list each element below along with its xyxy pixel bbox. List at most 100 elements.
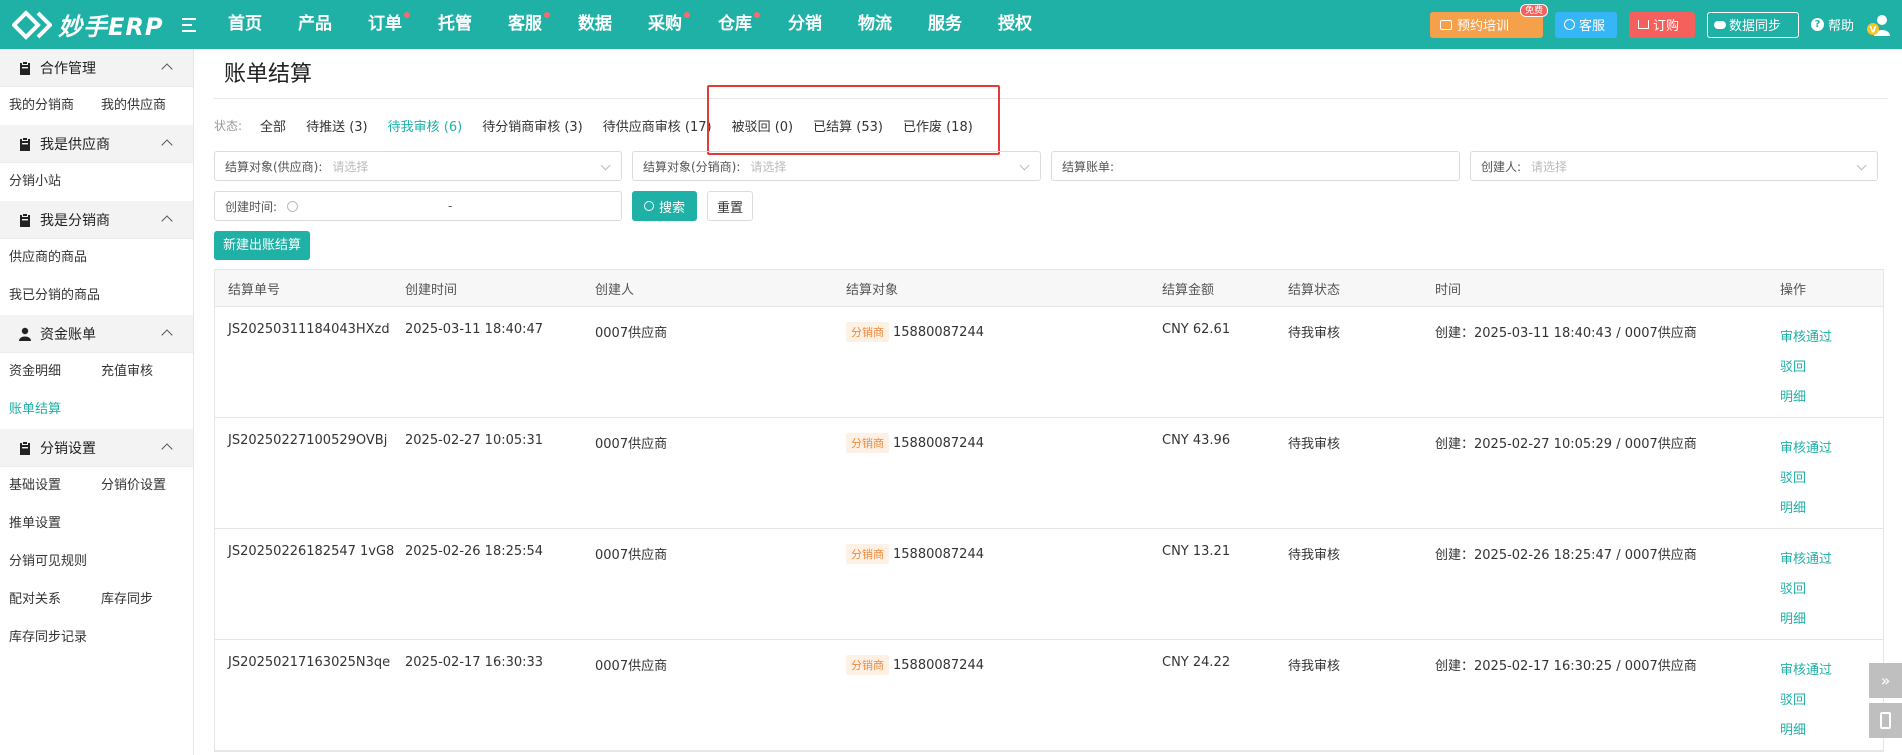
settlement-id: JS20250226182547 1vG8 [228, 544, 395, 559]
approve-link[interactable]: 审核通过 [1780, 659, 1880, 689]
nav-item-6[interactable]: 采购 [648, 0, 718, 49]
chevron-up-icon [161, 329, 173, 341]
nav-item-4[interactable]: 客服 [508, 0, 578, 49]
sidebar-section-header[interactable]: 我是分销商 [0, 201, 193, 239]
sidebar: 合作管理 我的分销商 我的供应商我是供应商分销小站 我是分销商 供应商的商品 我已分销的商… [0, 49, 194, 755]
distributor-select[interactable]: 结算对象(分销商): 请选择 [632, 151, 1041, 181]
customer-service-button[interactable]: 客服 [1554, 11, 1617, 38]
data-sync-label: 数据同步 [1728, 19, 1781, 34]
sidebar-section-items: 分销小站 [0, 163, 193, 201]
table-row: JS20250311184043HXzd 2025-03-11 18:40:47 0… [215, 307, 1883, 418]
sidebar-section-header[interactable]: 合作管理 [0, 49, 193, 87]
nav-item-5[interactable]: 数据 [578, 0, 648, 49]
sidebar-section-header[interactable]: 我是供应商 [0, 125, 193, 163]
status-tab-3[interactable]: 待分销商审核 (3) [482, 116, 583, 135]
page-title: 账单结算 [214, 49, 1888, 99]
filter-row-1: 结算对象(供应商): 请选择 结算对象(分销商): 请选择 结算账单: 创建人:… [214, 151, 1888, 181]
subscribe-button[interactable]: 订购 [1628, 11, 1695, 38]
status-tab-1[interactable]: 待推送 (3) [306, 116, 368, 135]
new-settlement-button[interactable]: 新建出账结算 [214, 231, 311, 260]
reject-link[interactable]: 驳回 [1780, 689, 1880, 719]
reject-link[interactable]: 驳回 [1780, 578, 1880, 608]
column-header: 时间 [1435, 282, 1462, 298]
chevron-up-icon [161, 215, 173, 227]
creator-select[interactable]: 创建人: 请选择 [1470, 151, 1878, 181]
sidebar-section-title: 分销设置 [40, 440, 96, 457]
data-sync-button[interactable]: 数据同步 [1706, 11, 1799, 38]
clipboard-icon [18, 60, 32, 75]
sidebar-item[interactable]: 配对关系 [0, 581, 92, 619]
sidebar-section-header[interactable]: 资金账单 [0, 315, 193, 353]
sidebar-section-title: 我是供应商 [40, 136, 110, 153]
nav-item-label: 采购 [648, 14, 682, 34]
collapse-tools-button[interactable]: » [1869, 663, 1902, 698]
approve-link[interactable]: 审核通过 [1780, 437, 1880, 467]
free-badge: 免费 [1519, 3, 1548, 17]
bill-input[interactable]: 结算账单: [1051, 151, 1460, 181]
nav-item-3[interactable]: 托管 [438, 0, 508, 49]
detail-link[interactable]: 明细 [1780, 719, 1880, 749]
status-tab-0[interactable]: 全部 [260, 116, 286, 135]
reject-link[interactable]: 驳回 [1780, 467, 1880, 497]
clipboard-icon [18, 440, 32, 455]
sidebar-item[interactable]: 分销小站 [0, 163, 92, 201]
settlement-table: 结算单号 创建时间 创建人 结算对象 结算金额 结算状态 时间 操作 JS2025031118… [214, 269, 1884, 752]
sidebar-item[interactable]: 分销价设置 [92, 467, 184, 505]
reset-button[interactable]: 重置 [707, 191, 754, 221]
chevron-up-icon [161, 139, 173, 151]
logo[interactable]: 妙手ERP [0, 7, 200, 42]
search-button[interactable]: 搜索 [632, 191, 698, 221]
created-time-range[interactable]: 创建时间: - [214, 191, 622, 221]
column-header: 结算金额 [1162, 282, 1215, 298]
nav-item-10[interactable]: 服务 [928, 0, 998, 49]
sidebar-section-items: 供应商的商品 我已分销的商品 [0, 239, 193, 315]
book-training-button[interactable]: 预约培训 免费 [1429, 3, 1548, 38]
sidebar-section-title: 资金账单 [40, 326, 96, 343]
nav-item-1[interactable]: 产品 [298, 0, 368, 49]
approve-link[interactable]: 审核通过 [1780, 326, 1880, 356]
status-tab-2[interactable]: 待我审核 (6) [388, 116, 463, 135]
row-actions: 审核通过 驳回 明细 [1780, 307, 1880, 417]
nav-item-11[interactable]: 授权 [998, 0, 1068, 49]
detail-link[interactable]: 明细 [1780, 386, 1880, 416]
notification-dot [684, 12, 690, 18]
sidebar-item[interactable]: 我的供应商 [92, 87, 184, 125]
sidebar-item[interactable]: 我的分销商 [0, 87, 92, 125]
user-avatar-icon[interactable]: V [1866, 12, 1892, 38]
reject-link[interactable]: 驳回 [1780, 356, 1880, 386]
sidebar-item[interactable]: 库存同步 [92, 581, 184, 619]
menu-toggle-icon[interactable] [182, 15, 210, 35]
mobile-view-button[interactable] [1869, 703, 1902, 738]
sidebar-item[interactable]: 分销可见规则 [0, 543, 190, 581]
nav-item-9[interactable]: 物流 [858, 0, 928, 49]
customer-service-label: 客服 [1578, 19, 1605, 34]
nav-item-0[interactable]: 首页 [228, 0, 298, 49]
sidebar-item[interactable]: 我已分销的商品 [0, 277, 190, 315]
detail-link[interactable]: 明细 [1780, 608, 1880, 638]
sidebar-item[interactable]: 资金明细 [0, 353, 92, 391]
status-tab-4[interactable]: 待供应商审核 (17) [603, 116, 712, 135]
nav-item-2[interactable]: 订单 [368, 0, 438, 49]
sidebar-item[interactable]: 库存同步记录 [0, 619, 190, 657]
sidebar-item[interactable]: 推单设置 [0, 505, 92, 543]
sidebar-item[interactable]: 账单结算 [0, 391, 190, 429]
sidebar-item[interactable]: 充值审核 [92, 353, 184, 391]
approve-link[interactable]: 审核通过 [1780, 548, 1880, 578]
distributor-tag: 分销商 [846, 322, 889, 342]
help-link[interactable]: ? 帮助 [1810, 15, 1854, 34]
nav-item-label: 订单 [368, 14, 402, 34]
sidebar-item[interactable]: 基础设置 [0, 467, 92, 505]
date-separator: - [448, 199, 453, 213]
notification-dot [404, 12, 410, 18]
chat-icon [1439, 19, 1452, 30]
column-header: 结算单号 [228, 282, 281, 298]
nav-item-7[interactable]: 仓库 [718, 0, 788, 49]
detail-link[interactable]: 明细 [1780, 497, 1880, 527]
column-header: 结算状态 [1288, 282, 1341, 298]
nav-item-8[interactable]: 分销 [788, 0, 858, 49]
status-label: 状态: [214, 118, 243, 133]
sidebar-item[interactable]: 供应商的商品 [0, 239, 190, 277]
cloud-icon [1713, 20, 1726, 29]
supplier-select[interactable]: 结算对象(供应商): 请选择 [214, 151, 622, 181]
sidebar-section-header[interactable]: 分销设置 [0, 429, 193, 467]
